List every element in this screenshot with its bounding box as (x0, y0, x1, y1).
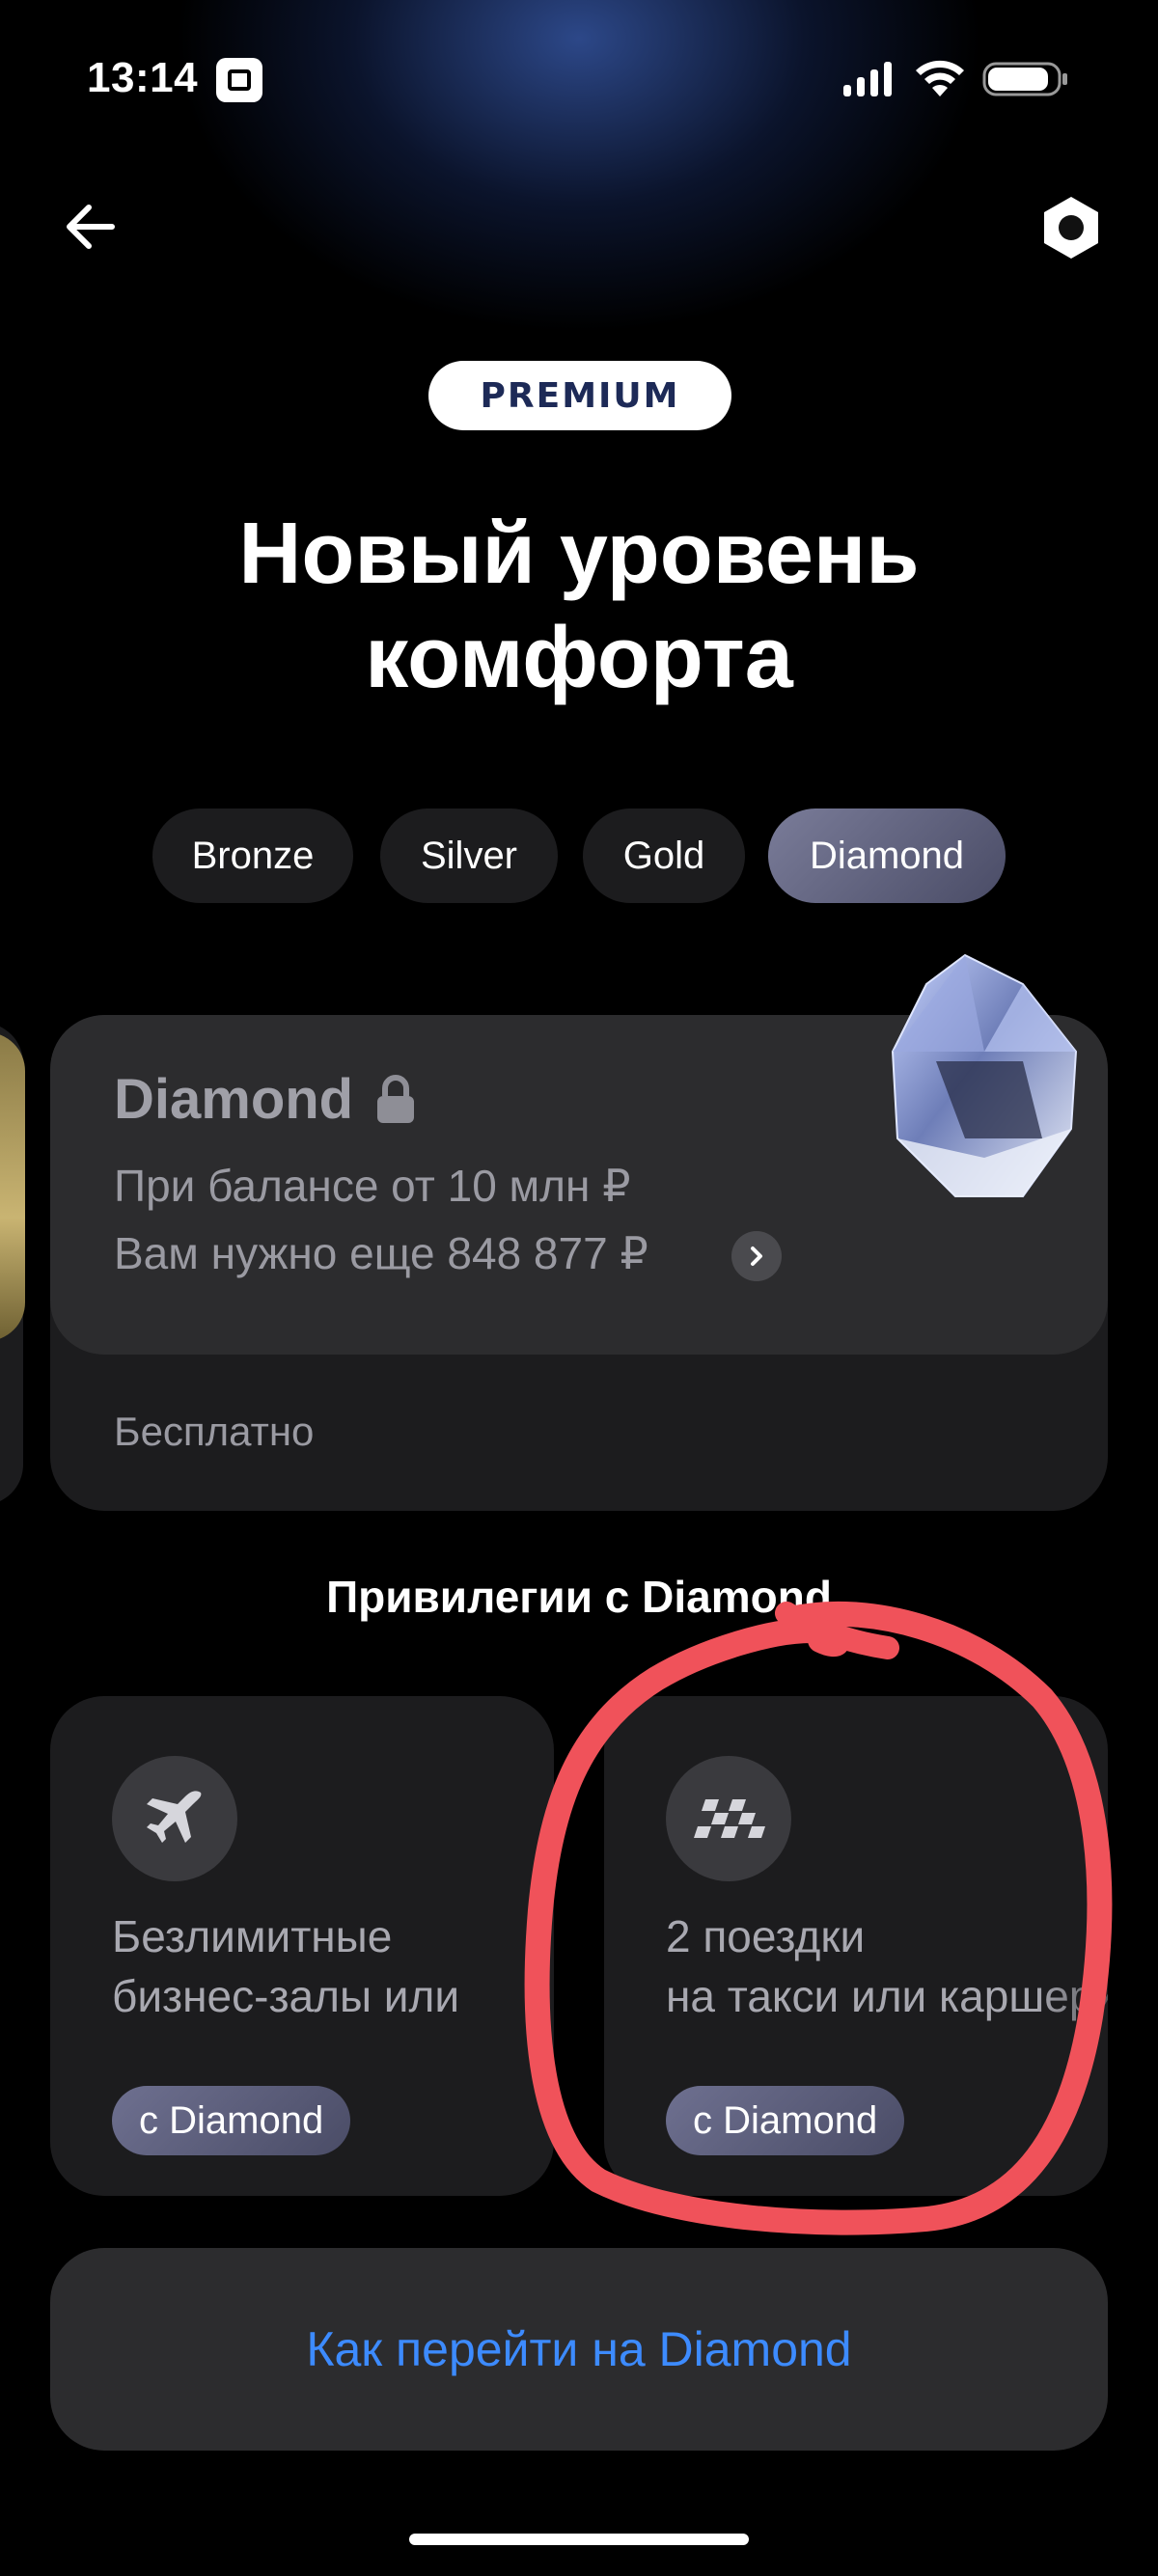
home-indicator[interactable] (409, 2534, 749, 2545)
privilege-text: Безлимитные бизнес-залы или (112, 1906, 554, 2026)
previous-tier-card-image (0, 1032, 25, 1341)
status-bar: 13:14 (0, 0, 1158, 154)
tier-price: Бесплатно (114, 1409, 315, 1454)
tier-name-text: Diamond (114, 1068, 354, 1131)
tier-remaining[interactable]: Вам нужно еще 848 877 ₽ (114, 1227, 648, 1279)
tab-diamond[interactable]: Diamond (768, 808, 1006, 903)
privilege-card-taxi[interactable]: 2 поездки на такси или каршеринг с Diamo… (604, 1696, 1108, 2196)
remaining-chevron-button[interactable] (731, 1231, 782, 1281)
tab-bronze[interactable]: Bronze (152, 808, 353, 903)
diamond-badge: с Diamond (666, 2086, 905, 2155)
tab-gold[interactable]: Gold (583, 808, 745, 903)
back-button[interactable] (58, 193, 125, 260)
how-to-upgrade-button[interactable]: Как перейти на Diamond (50, 2248, 1108, 2451)
status-time: 13:14 (87, 54, 199, 101)
privilege-text: 2 поездки на такси или каршеринг (666, 1906, 1108, 2026)
page-title-line-2: комфорта (365, 610, 793, 706)
privilege-text-line-1: 2 поездки (666, 1911, 866, 1961)
privilege-text-line-2: на такси или каршеринг (666, 1971, 1108, 2021)
diamond-gem-image (891, 953, 1078, 1197)
settings-button[interactable] (1033, 189, 1110, 266)
chevron-right-icon (751, 1247, 762, 1266)
privilege-text-line-1: Безлимитные (112, 1911, 393, 1961)
privilege-text-line-2: бизнес-залы или (112, 1971, 460, 2021)
diamond-badge: с Diamond (112, 2086, 351, 2155)
tab-silver[interactable]: Silver (380, 808, 558, 903)
tier-condition: При балансе от 10 млн ₽ (114, 1161, 631, 1211)
taxi-checker-icon (666, 1756, 791, 1881)
lock-icon (377, 1074, 415, 1123)
privilege-card-lounges[interactable]: Безлимитные бизнес-залы или с Diamond (50, 1696, 554, 2196)
battery-icon (982, 62, 1067, 96)
premium-badge: PREMIUM (428, 361, 731, 430)
signal-icon (843, 62, 892, 96)
privileges-title: Привилегии с Diamond (326, 1572, 832, 1622)
tier-tabs: Bronze Silver Gold Diamond (0, 808, 1158, 905)
page-title: Новый уровень комфорта (96, 502, 1062, 710)
wifi-icon (916, 60, 964, 96)
app-notification-icon (216, 58, 262, 102)
tier-name: Diamond (114, 1067, 417, 1132)
page-title-line-1: Новый уровень (238, 506, 920, 602)
airplane-icon (112, 1756, 237, 1881)
